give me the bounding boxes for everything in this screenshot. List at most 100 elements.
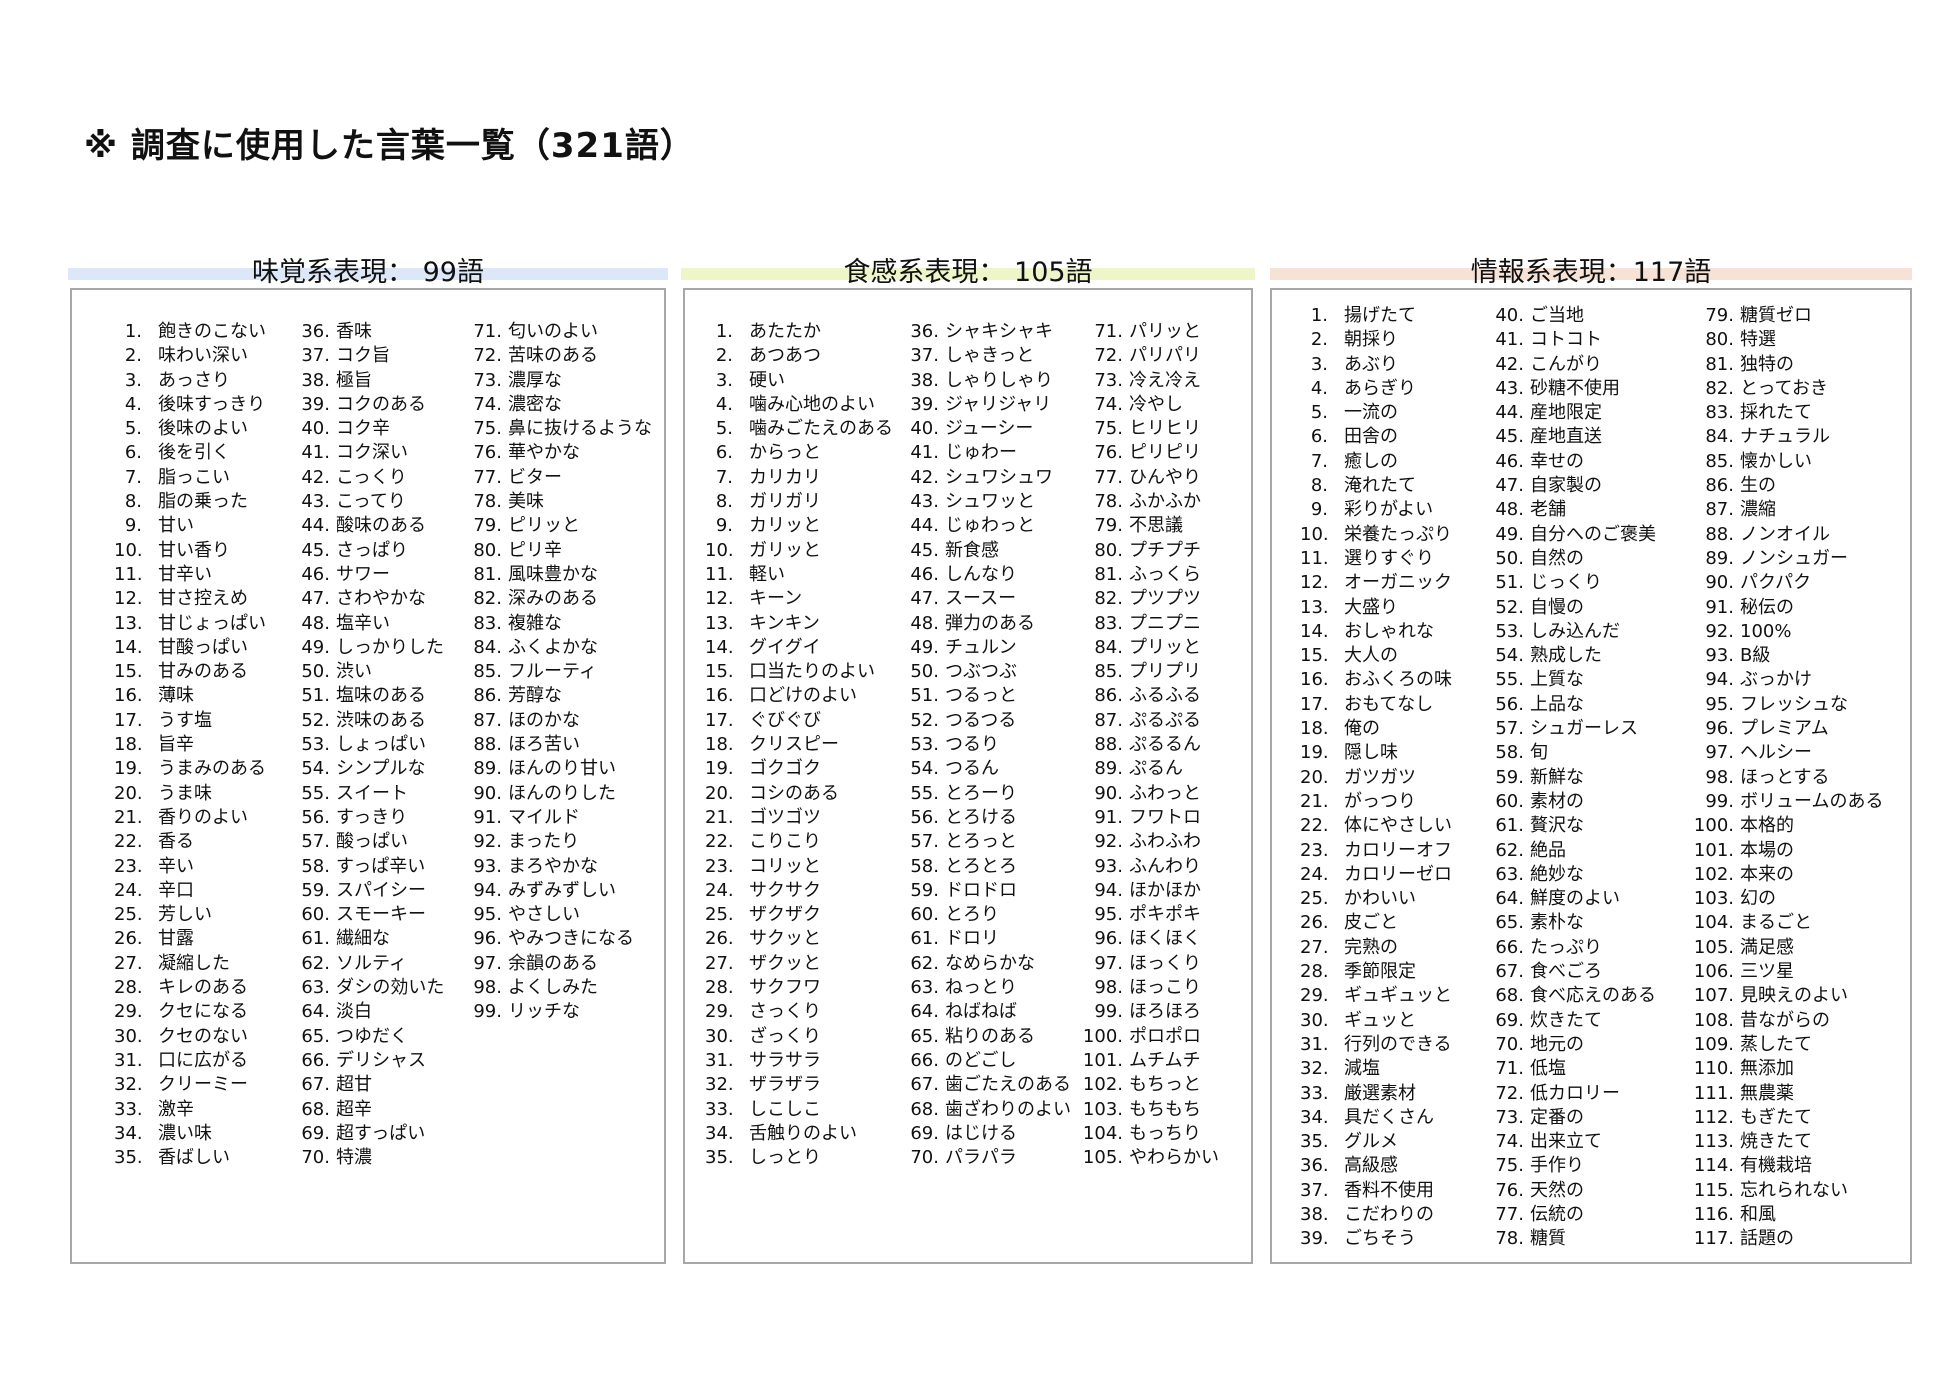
list-item: 42. こんがり	[1494, 353, 1656, 377]
item-number: 8.	[1310, 475, 1328, 497]
list-item: 115. 忘れられない	[1692, 1179, 1883, 1203]
list-item: 92. 100%	[1692, 620, 1883, 644]
item-word: 美味	[508, 491, 544, 513]
item-number: 17.	[705, 709, 734, 731]
item-number: 96.	[473, 928, 502, 950]
item-number: 86.	[1094, 685, 1123, 707]
list-item: 20. ガツガツ	[1300, 766, 1452, 790]
item-number: 68.	[910, 1098, 939, 1120]
item-number: 23.	[705, 855, 734, 877]
list-item: 89. ぷるん	[1081, 757, 1219, 781]
list-item: 97. ほっくり	[1081, 952, 1219, 976]
item-number: 19.	[1300, 742, 1329, 764]
list-item: 113. 焼きたて	[1692, 1130, 1883, 1154]
list-item: 22. こりこり	[705, 830, 893, 854]
list-item: 23. 辛い	[114, 855, 266, 879]
list-item: 104. もっちり	[1081, 1122, 1219, 1146]
item-number: 18.	[705, 734, 734, 756]
item-number: 54.	[301, 758, 330, 780]
list-item: 27. 凝縮した	[114, 952, 266, 976]
item-word: 大盛り	[1344, 596, 1398, 618]
item-word: がっつり	[1344, 790, 1416, 812]
item-word: しょっぱい	[336, 734, 426, 756]
item-number: 87.	[1094, 709, 1123, 731]
item-number: 103.	[1693, 888, 1734, 910]
item-number: 48.	[910, 612, 939, 634]
word-list-box: 1. あたたか 2. あつあつ 3. 硬い 4. 噛み心地のよい 5. 噛みごたえのある 6. からっ…	[683, 288, 1253, 1264]
item-word: ふっくら	[1129, 563, 1201, 585]
list-item: 95. フレッシュな	[1692, 693, 1883, 717]
list-item: 25. 芳しい	[114, 903, 266, 927]
item-number: 63.	[1495, 863, 1524, 885]
item-word: ふかふか	[1129, 491, 1201, 513]
item-number: 56.	[301, 806, 330, 828]
item-number: 61.	[1495, 815, 1524, 837]
item-number: 98.	[1705, 766, 1734, 788]
list-item: 78. 美味	[472, 490, 652, 514]
item-number: 53.	[301, 734, 330, 756]
list-item: 82. プツプツ	[1081, 587, 1219, 611]
item-number: 49.	[910, 636, 939, 658]
item-number: 12.	[705, 588, 734, 610]
list-item: 38. 極旨	[300, 369, 444, 393]
list-item: 60. 素材の	[1494, 790, 1656, 814]
word-list-box: 1. 揚げたて 2. 朝採り 3. あぶり 4. あらぎり 5. 一流の 6. 田舎の 7. 癒しの 8. 淹…	[1270, 288, 1912, 1264]
item-number: 47.	[1495, 475, 1524, 497]
list-item: 96. ほくほく	[1081, 927, 1219, 951]
list-item: 14. おしゃれな	[1300, 620, 1452, 644]
list-item: 38. しゃりしゃり	[909, 369, 1071, 393]
list-item: 18. クリスピー	[705, 733, 893, 757]
item-word: プチプチ	[1129, 539, 1201, 561]
item-number: 20.	[705, 782, 734, 804]
item-number: 65.	[1495, 912, 1524, 934]
item-number: 83.	[1094, 612, 1123, 634]
item-number: 109.	[1693, 1033, 1734, 1055]
item-word: 糖質	[1530, 1228, 1566, 1250]
item-word: もぎたて	[1740, 1106, 1812, 1128]
item-word: 俺の	[1344, 718, 1380, 740]
list-item: 71. 匂いのよい	[472, 320, 652, 344]
item-number: 83.	[473, 612, 502, 634]
list-item: 28. 季節限定	[1300, 960, 1452, 984]
item-number: 4.	[715, 393, 733, 415]
item-word: かわいい	[1344, 888, 1416, 910]
item-word: うまみのある	[158, 758, 266, 780]
item-word: ジューシー	[945, 418, 1034, 440]
item-word: ゴクゴク	[749, 758, 821, 780]
list-item: 105. やわらかい	[1081, 1146, 1219, 1170]
list-item: 91. マイルド	[472, 806, 652, 830]
list-item: 77. 伝統の	[1494, 1203, 1656, 1227]
list-item: 81. ふっくら	[1081, 563, 1219, 587]
item-number: 73.	[1495, 1106, 1524, 1128]
item-number: 71.	[1094, 321, 1123, 342]
list-item: 33. しこしこ	[705, 1098, 893, 1122]
list-item: 59. 新鮮な	[1494, 766, 1656, 790]
item-word: 完熟の	[1344, 936, 1398, 958]
item-number: 35.	[705, 1147, 734, 1169]
item-word: 忘れられない	[1740, 1179, 1848, 1201]
item-number: 87.	[473, 709, 502, 731]
item-number: 81.	[1094, 563, 1123, 585]
item-word: 芳しい	[158, 904, 212, 926]
panel-taste: 味覚系表現： 99語 1. 飽きのこない 2. 味わい深い 3. あっさり 4. 後味すっきり…	[68, 250, 668, 1264]
item-number: 31.	[1300, 1033, 1329, 1055]
item-number: 52.	[910, 709, 939, 731]
list-item: 64. ねばねば	[909, 1000, 1071, 1024]
item-word: 香料不使用	[1344, 1179, 1434, 1201]
item-word: スパイシー	[336, 879, 426, 901]
item-number: 43.	[910, 491, 939, 513]
item-number: 54.	[910, 758, 939, 780]
item-word: 幸せの	[1530, 450, 1584, 472]
item-number: 10.	[705, 539, 734, 561]
list-item: 63. ダシの効いた	[300, 976, 444, 1000]
item-number: 48.	[301, 612, 330, 634]
item-word: 深みのある	[508, 588, 598, 610]
item-word: しゃきっと	[945, 345, 1035, 367]
item-word: しゃりしゃり	[945, 369, 1053, 391]
list-item: 9. 甘い	[114, 514, 266, 538]
list-item: 64. 淡白	[300, 1000, 444, 1024]
list-item: 88. ぷるるん	[1081, 733, 1219, 757]
item-word: ほんのりした	[508, 782, 616, 804]
list-item: 3. あぶり	[1300, 353, 1452, 377]
list-item: 19. うまみのある	[114, 757, 266, 781]
